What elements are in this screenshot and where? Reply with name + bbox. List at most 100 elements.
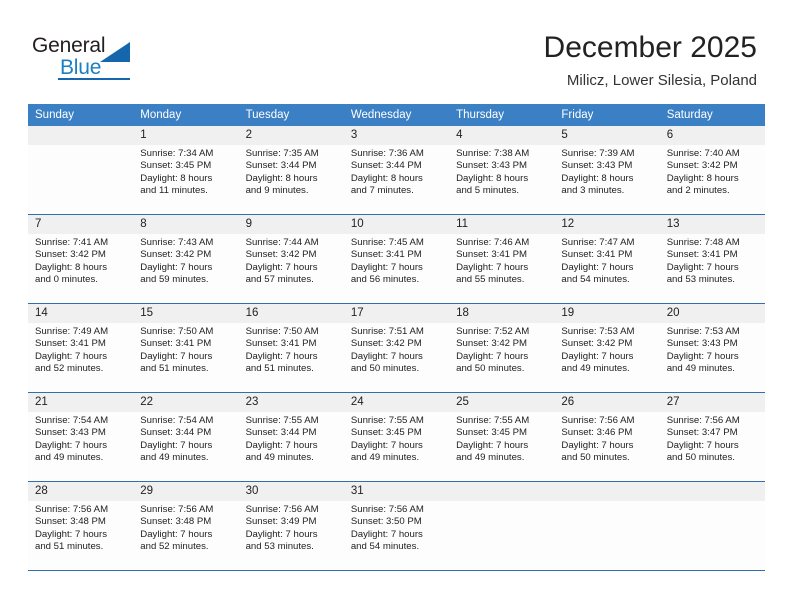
day-number-22[interactable]: 22 <box>133 393 238 412</box>
day-number-8[interactable]: 8 <box>133 215 238 234</box>
day-number-29[interactable]: 29 <box>133 482 238 501</box>
day-cell-17[interactable]: Sunrise: 7:51 AM Sunset: 3:42 PM Daylight:… <box>344 323 449 392</box>
day-number-19[interactable]: 19 <box>554 304 659 323</box>
day-cell-20[interactable]: Sunrise: 7:53 AM Sunset: 3:43 PM Daylight:… <box>660 323 765 392</box>
day-info-line: Daylight: 8 hours <box>35 261 107 273</box>
day-number-21[interactable]: 21 <box>28 393 133 412</box>
day-info-line: Sunrise: 7:51 AM <box>350 326 424 337</box>
day-info-line: and 55 minutes. <box>456 274 525 286</box>
day-number-13[interactable]: 13 <box>660 215 765 234</box>
day-number-empty <box>28 126 133 145</box>
day-cell-27[interactable]: Sunrise: 7:56 AM Sunset: 3:47 PM Daylight:… <box>660 412 765 481</box>
day-info-line: and 54 minutes. <box>350 541 420 553</box>
day-number-24[interactable]: 24 <box>344 393 449 412</box>
day-cell-25[interactable]: Sunrise: 7:55 AM Sunset: 3:45 PM Daylight:… <box>449 412 554 481</box>
day-cell-9[interactable]: Sunrise: 7:44 AM Sunset: 3:42 PM Daylight:… <box>239 234 344 303</box>
day-cell-4[interactable]: Sunrise: 7:38 AM Sunset: 3:43 PM Daylight:… <box>449 145 554 214</box>
day-info-line: Sunset: 3:50 PM <box>350 516 422 528</box>
day-info-line: Sunrise: 7:47 AM <box>561 237 635 248</box>
day-info-line: and 49 minutes. <box>245 452 314 464</box>
day-info-line: Sunrise: 7:36 AM <box>350 148 424 159</box>
day-info-line: Daylight: 7 hours <box>561 350 634 362</box>
day-number-10[interactable]: 10 <box>344 215 449 234</box>
day-number-25[interactable]: 25 <box>449 393 554 412</box>
day-number-20[interactable]: 20 <box>660 304 765 323</box>
day-cell-1[interactable]: Sunrise: 7:34 AM Sunset: 3:45 PM Daylight:… <box>133 145 238 214</box>
day-cell-23[interactable]: Sunrise: 7:55 AM Sunset: 3:44 PM Daylight:… <box>239 412 344 481</box>
day-number-27[interactable]: 27 <box>660 393 765 412</box>
day-info-line: Sunrise: 7:48 AM <box>666 237 740 248</box>
day-info-line: Daylight: 7 hours <box>561 439 634 451</box>
day-info-line: and 2 minutes. <box>666 185 730 197</box>
day-number-1[interactable]: 1 <box>133 126 238 145</box>
day-cell-14[interactable]: Sunrise: 7:49 AM Sunset: 3:41 PM Daylight:… <box>28 323 133 392</box>
day-info-line: Sunset: 3:41 PM <box>561 249 633 261</box>
logo-blue-text: Blue <box>60 56 102 79</box>
day-cell-15[interactable]: Sunrise: 7:50 AM Sunset: 3:41 PM Daylight:… <box>133 323 238 392</box>
day-info-line: Sunset: 3:41 PM <box>140 338 212 350</box>
day-number-3[interactable]: 3 <box>344 126 449 145</box>
day-number-15[interactable]: 15 <box>133 304 238 323</box>
week-row: 28 29 30 31 Sunrise: 7:56 AM Sunset: 3:48 PM D… <box>28 481 765 570</box>
day-cell-24[interactable]: Sunrise: 7:55 AM Sunset: 3:45 PM Daylight:… <box>344 412 449 481</box>
day-number-30[interactable]: 30 <box>239 482 344 501</box>
day-number-18[interactable]: 18 <box>449 304 554 323</box>
day-info-line: Sunrise: 7:38 AM <box>456 148 530 159</box>
day-info-line: Sunset: 3:41 PM <box>35 338 106 350</box>
day-number-6[interactable]: 6 <box>660 126 765 145</box>
day-number-17[interactable]: 17 <box>344 304 449 323</box>
day-info-line: Sunset: 3:41 PM <box>245 338 317 350</box>
day-cell-12[interactable]: Sunrise: 7:47 AM Sunset: 3:41 PM Daylight:… <box>554 234 659 303</box>
day-number-5[interactable]: 5 <box>554 126 659 145</box>
day-cell-11[interactable]: Sunrise: 7:46 AM Sunset: 3:41 PM Daylight:… <box>449 234 554 303</box>
day-cell-21[interactable]: Sunrise: 7:54 AM Sunset: 3:43 PM Daylight:… <box>28 412 133 481</box>
day-info-line: Sunrise: 7:56 AM <box>140 504 214 515</box>
day-cell-10[interactable]: Sunrise: 7:45 AM Sunset: 3:41 PM Daylight:… <box>344 234 449 303</box>
day-info-line: Sunset: 3:44 PM <box>245 427 317 439</box>
weekday-header-wednesday: Wednesday <box>350 109 412 121</box>
day-number-28[interactable]: 28 <box>28 482 133 501</box>
day-cell-7[interactable]: Sunrise: 7:41 AM Sunset: 3:42 PM Daylight:… <box>28 234 133 303</box>
day-info-line: Sunrise: 7:49 AM <box>35 326 109 337</box>
day-cell-29[interactable]: Sunrise: 7:56 AM Sunset: 3:48 PM Daylight:… <box>133 501 238 570</box>
day-info-line: Daylight: 7 hours <box>140 261 213 273</box>
day-number-26[interactable]: 26 <box>554 393 659 412</box>
day-cell-26[interactable]: Sunrise: 7:56 AM Sunset: 3:46 PM Daylight:… <box>554 412 659 481</box>
day-number-4[interactable]: 4 <box>449 126 554 145</box>
day-number-12[interactable]: 12 <box>554 215 659 234</box>
day-cell-22[interactable]: Sunrise: 7:54 AM Sunset: 3:44 PM Daylight:… <box>133 412 238 481</box>
day-number-31[interactable]: 31 <box>344 482 449 501</box>
day-info-line: Sunrise: 7:46 AM <box>456 237 530 248</box>
day-info-line: Sunset: 3:47 PM <box>666 427 738 439</box>
day-number-11[interactable]: 11 <box>449 215 554 234</box>
day-info-line: Sunrise: 7:55 AM <box>245 415 319 426</box>
day-number-14[interactable]: 14 <box>28 304 133 323</box>
day-number-2[interactable]: 2 <box>239 126 344 145</box>
day-cell-empty <box>449 501 554 570</box>
day-number-16[interactable]: 16 <box>239 304 344 323</box>
week-detail-band: Sunrise: 7:49 AM Sunset: 3:41 PM Daylight:… <box>28 323 765 392</box>
day-cell-19[interactable]: Sunrise: 7:53 AM Sunset: 3:42 PM Daylight:… <box>554 323 659 392</box>
day-info-line: Daylight: 7 hours <box>456 439 529 451</box>
day-cell-28[interactable]: Sunrise: 7:56 AM Sunset: 3:48 PM Daylight:… <box>28 501 133 570</box>
day-info-line: Daylight: 7 hours <box>35 439 107 451</box>
day-number-9[interactable]: 9 <box>239 215 344 234</box>
day-cell-5[interactable]: Sunrise: 7:39 AM Sunset: 3:43 PM Daylight:… <box>554 145 659 214</box>
day-cell-3[interactable]: Sunrise: 7:36 AM Sunset: 3:44 PM Daylight:… <box>344 145 449 214</box>
day-cell-6[interactable]: Sunrise: 7:40 AM Sunset: 3:42 PM Daylight:… <box>660 145 765 214</box>
day-info-line: and 50 minutes. <box>561 452 630 464</box>
day-info-line: Sunrise: 7:56 AM <box>245 504 319 515</box>
day-number-23[interactable]: 23 <box>239 393 344 412</box>
day-info-line: Sunrise: 7:56 AM <box>561 415 635 426</box>
logo[interactable]: General Blue <box>32 34 162 84</box>
day-cell-16[interactable]: Sunrise: 7:50 AM Sunset: 3:41 PM Daylight:… <box>239 323 344 392</box>
day-cell-30[interactable]: Sunrise: 7:56 AM Sunset: 3:49 PM Daylight:… <box>239 501 344 570</box>
day-info-line: and 0 minutes. <box>35 274 98 286</box>
day-cell-31[interactable]: Sunrise: 7:56 AM Sunset: 3:50 PM Daylight:… <box>344 501 449 570</box>
day-cell-8[interactable]: Sunrise: 7:43 AM Sunset: 3:42 PM Daylight:… <box>133 234 238 303</box>
day-number-7[interactable]: 7 <box>28 215 133 234</box>
day-info-line: and 49 minutes. <box>140 452 209 464</box>
day-cell-2[interactable]: Sunrise: 7:35 AM Sunset: 3:44 PM Daylight:… <box>239 145 344 214</box>
day-cell-18[interactable]: Sunrise: 7:52 AM Sunset: 3:42 PM Daylight:… <box>449 323 554 392</box>
day-cell-13[interactable]: Sunrise: 7:48 AM Sunset: 3:41 PM Daylight:… <box>660 234 765 303</box>
